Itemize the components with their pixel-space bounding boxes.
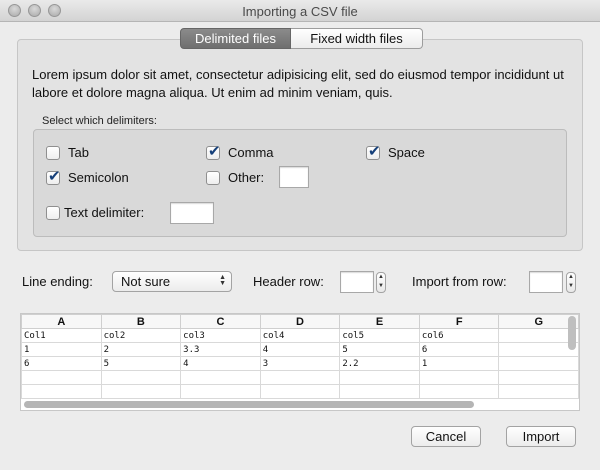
delimiters-caption: Select which delimiters: <box>42 115 157 127</box>
checkbox-space-label: Space <box>388 145 425 160</box>
table-row: Col1 col2 col3 col4 col5 col6 <box>21 328 579 343</box>
tab-fixed-width-files[interactable]: Fixed width files <box>291 28 423 49</box>
table-cell[interactable]: 5 <box>339 342 420 357</box>
csv-import-window: Importing a CSV file Delimited files Fix… <box>0 0 600 470</box>
checkbox-other-label: Other: <box>228 170 265 185</box>
table-cell[interactable] <box>21 384 102 399</box>
checkbox-tab-box[interactable] <box>46 145 60 160</box>
intro-text: Lorem ipsum dolor sit amet, consectetur … <box>32 67 564 100</box>
table-cell[interactable]: 3.3 <box>180 342 261 357</box>
checkbox-comma[interactable]: Comma <box>206 142 274 160</box>
table-cell[interactable] <box>259 370 341 385</box>
line-ending-value: Not sure <box>121 274 171 289</box>
import-from-row-field[interactable] <box>529 271 563 293</box>
checkbox-text-delimiter[interactable]: Text delimiter: <box>46 205 144 220</box>
checkbox-space-box[interactable] <box>366 142 381 160</box>
column-header[interactable]: E <box>339 314 420 329</box>
table-cell[interactable]: Col1 <box>21 328 102 343</box>
table-cell[interactable] <box>259 384 341 399</box>
preview-vertical-scrollbar[interactable] <box>568 316 576 350</box>
import-from-row-stepper[interactable]: ▲ ▼ <box>566 272 576 293</box>
import-from-row-label: Import from row: <box>412 274 507 289</box>
table-cell[interactable] <box>498 356 579 371</box>
table-cell[interactable]: 2 <box>100 342 182 357</box>
preview-horizontal-scrollbar[interactable] <box>24 401 474 408</box>
up-down-arrows-icon: ▲ ▼ <box>219 274 226 287</box>
preview-header-row: ABCDEFG <box>21 314 579 329</box>
checkbox-semicolon[interactable]: Semicolon <box>46 167 129 185</box>
checkbox-space[interactable]: Space <box>366 142 425 160</box>
import-button[interactable]: Import <box>506 426 576 447</box>
line-ending-select[interactable]: Not sure ▲ ▼ <box>112 271 232 292</box>
table-row <box>21 370 579 385</box>
checkbox-other-box[interactable] <box>206 170 220 185</box>
checkbox-semicolon-box[interactable] <box>46 167 61 185</box>
window-title: Importing a CSV file <box>242 4 358 19</box>
table-cell[interactable] <box>418 370 500 385</box>
header-row-field[interactable] <box>340 271 374 293</box>
table-cell[interactable] <box>180 370 261 385</box>
checkbox-comma-label: Comma <box>228 145 274 160</box>
column-header[interactable]: A <box>21 314 102 329</box>
column-header[interactable]: G <box>498 314 579 329</box>
cancel-button[interactable]: Cancel <box>411 426 481 447</box>
header-row-stepper[interactable]: ▲ ▼ <box>376 272 386 293</box>
table-cell[interactable] <box>21 370 102 385</box>
table-cell[interactable]: 6 <box>21 356 102 371</box>
table-cell[interactable]: 4 <box>180 356 261 371</box>
checkbox-tab[interactable]: Tab <box>46 145 89 160</box>
checkbox-semicolon-label: Semicolon <box>68 170 129 185</box>
tab-bar: Delimited files Fixed width files <box>180 28 423 49</box>
table-cell[interactable]: col2 <box>100 328 182 343</box>
table-cell[interactable] <box>100 370 182 385</box>
checkbox-other[interactable]: Other: <box>206 170 264 185</box>
column-header[interactable]: D <box>259 314 341 329</box>
other-delimiter-field[interactable] <box>279 166 309 188</box>
column-header[interactable]: B <box>100 314 182 329</box>
header-row-label: Header row: <box>253 274 324 289</box>
text-delimiter-field[interactable] <box>170 202 214 224</box>
table-cell[interactable] <box>498 342 579 357</box>
column-header[interactable]: F <box>418 314 500 329</box>
table-cell[interactable]: col6 <box>418 328 500 343</box>
column-header[interactable]: C <box>180 314 261 329</box>
checkbox-text-delimiter-box[interactable] <box>46 205 60 220</box>
table-cell[interactable] <box>339 370 420 385</box>
table-cell[interactable] <box>180 384 261 399</box>
checkbox-tab-label: Tab <box>68 145 89 160</box>
table-cell[interactable]: col3 <box>180 328 261 343</box>
table-cell[interactable]: col5 <box>339 328 420 343</box>
tab-delimited-files[interactable]: Delimited files <box>180 28 291 49</box>
table-row: 6 5 4 3 2.2 1 <box>21 356 579 371</box>
checkbox-comma-box[interactable] <box>206 142 221 160</box>
table-cell[interactable] <box>339 384 420 399</box>
table-cell[interactable] <box>100 384 182 399</box>
table-cell[interactable]: 6 <box>418 342 500 357</box>
line-ending-label: Line ending: <box>22 274 93 289</box>
table-cell[interactable]: 1 <box>418 356 500 371</box>
checkbox-text-delimiter-label: Text delimiter: <box>64 205 145 220</box>
table-cell[interactable] <box>498 328 579 343</box>
preview-table[interactable]: ABCDEFG Col1 col2 col3 col4 col5 col6 1 2 3.3 4 5 6… <box>20 313 580 411</box>
table-cell[interactable]: 2.2 <box>339 356 420 371</box>
table-cell[interactable] <box>418 384 500 399</box>
table-cell[interactable] <box>498 384 579 399</box>
table-cell[interactable]: 4 <box>259 342 341 357</box>
preview-grid: ABCDEFG Col1 col2 col3 col4 col5 col6 1 2 3.3 4 5 6… <box>21 314 579 399</box>
table-cell[interactable]: col4 <box>259 328 341 343</box>
title-bar: Importing a CSV file <box>0 0 600 22</box>
table-cell[interactable]: 1 <box>21 342 102 357</box>
table-cell[interactable] <box>498 370 579 385</box>
table-row <box>21 384 579 399</box>
table-cell[interactable]: 3 <box>259 356 341 371</box>
table-cell[interactable]: 5 <box>100 356 182 371</box>
table-row: 1 2 3.3 4 5 6 <box>21 342 579 357</box>
